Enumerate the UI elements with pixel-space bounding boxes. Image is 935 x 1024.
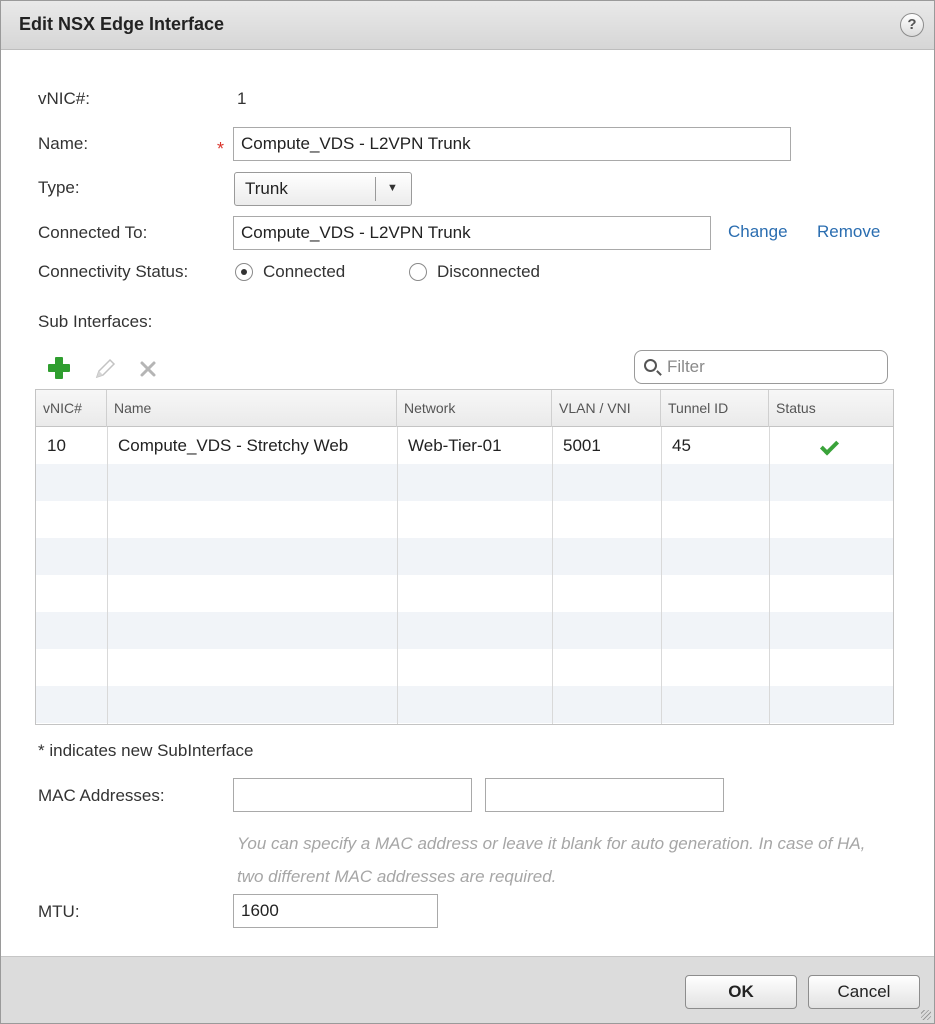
mac-address-input-2[interactable]	[485, 778, 724, 812]
type-selected-value: Trunk	[245, 179, 288, 198]
delete-icon[interactable]	[139, 360, 157, 378]
table-header: vNIC# Name Network VLAN / VNI Tunnel ID …	[36, 390, 893, 427]
vnic-value: 1	[237, 89, 247, 108]
resize-grip-icon[interactable]	[921, 1010, 931, 1020]
column-header-vlan-vni[interactable]: VLAN / VNI	[552, 390, 661, 427]
column-header-status[interactable]: Status	[769, 390, 893, 427]
cell-vnic: 10	[47, 436, 66, 455]
connected-radio[interactable]	[235, 263, 253, 281]
dialog-title: Edit NSX Edge Interface	[19, 14, 225, 34]
column-divider	[661, 427, 662, 724]
change-link[interactable]: Change	[728, 222, 788, 242]
column-divider	[107, 427, 108, 724]
empty-row	[36, 575, 893, 612]
chevron-down-icon: ▼	[387, 182, 398, 194]
check-icon	[819, 436, 840, 456]
cell-vlan-vni: 5001	[563, 436, 601, 455]
name-label: Name:	[38, 134, 89, 153]
table-row[interactable]: 10 Compute_VDS - Stretchy Web Web-Tier-0…	[36, 427, 893, 464]
required-asterisk: *	[217, 139, 225, 159]
empty-row	[36, 612, 893, 649]
select-divider	[375, 177, 376, 201]
column-header-tunnel-id[interactable]: Tunnel ID	[661, 390, 769, 427]
connected-to-label: Connected To:	[38, 223, 148, 242]
empty-row	[36, 501, 893, 538]
mac-addresses-label: MAC Addresses:	[38, 786, 165, 805]
connected-to-input[interactable]	[233, 216, 711, 250]
empty-row	[36, 464, 893, 501]
empty-row	[36, 649, 893, 686]
cell-network: Web-Tier-01	[408, 436, 502, 455]
cancel-button[interactable]: Cancel	[808, 975, 920, 1009]
column-header-name[interactable]: Name	[107, 390, 397, 427]
vnic-label: vNIC#:	[38, 89, 90, 108]
empty-row	[36, 538, 893, 575]
mac-address-input-1[interactable]	[233, 778, 472, 812]
column-header-network[interactable]: Network	[397, 390, 552, 427]
mac-address-hint: You can specify a MAC address or leave i…	[237, 834, 866, 886]
new-subinterface-note: * indicates new SubInterface	[38, 741, 254, 760]
connectivity-status-label: Connectivity Status:	[38, 262, 189, 281]
search-icon	[644, 359, 657, 372]
connected-radio-label[interactable]: Connected	[263, 262, 345, 282]
name-input[interactable]	[233, 127, 791, 161]
add-icon[interactable]	[48, 357, 70, 379]
disconnected-radio[interactable]	[409, 263, 427, 281]
mtu-input[interactable]	[233, 894, 438, 928]
help-icon[interactable]: ?	[900, 13, 924, 37]
mtu-label: MTU:	[38, 902, 80, 921]
cell-status	[769, 427, 893, 464]
column-divider	[769, 427, 770, 724]
empty-row	[36, 686, 893, 723]
filter-input[interactable]	[667, 355, 877, 379]
type-select[interactable]: Trunk ▼	[234, 172, 412, 206]
sub-interfaces-label: Sub Interfaces:	[38, 312, 153, 331]
edit-pencil-icon[interactable]	[93, 357, 117, 381]
cell-name: Compute_VDS - Stretchy Web	[118, 436, 349, 455]
column-divider	[397, 427, 398, 724]
cell-tunnel-id: 45	[672, 436, 691, 455]
dialog-title-bar[interactable]: Edit NSX Edge Interface ?	[1, 1, 934, 50]
remove-link[interactable]: Remove	[817, 222, 880, 242]
sub-interfaces-table: vNIC# Name Network VLAN / VNI Tunnel ID …	[35, 389, 894, 725]
column-divider	[552, 427, 553, 724]
edit-nsx-edge-interface-dialog: Edit NSX Edge Interface ? vNIC#: 1 Name:…	[0, 0, 935, 1024]
filter-box[interactable]	[634, 350, 888, 384]
type-label: Type:	[38, 178, 80, 197]
ok-button[interactable]: OK	[685, 975, 797, 1009]
dialog-footer: OK Cancel	[1, 956, 934, 1023]
column-header-vnic[interactable]: vNIC#	[36, 390, 107, 427]
disconnected-radio-label[interactable]: Disconnected	[437, 262, 540, 282]
